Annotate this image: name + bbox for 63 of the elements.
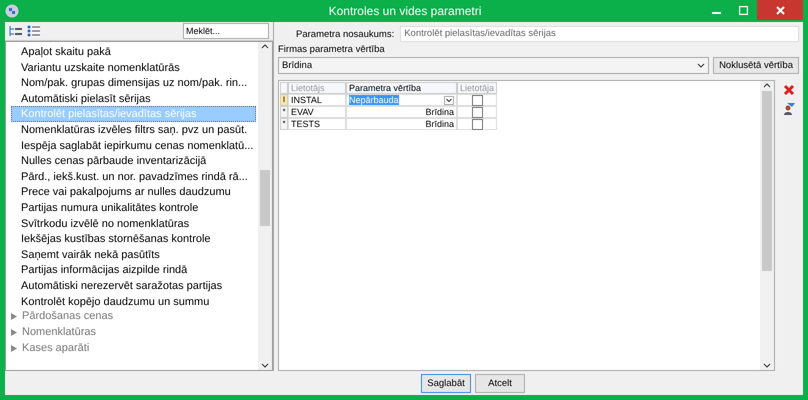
tree-item[interactable]: Nom/pak. grupas dimensijas uz nom/pak. rin...	[11, 75, 256, 91]
checkbox[interactable]	[472, 107, 482, 118]
minimize-icon	[712, 12, 721, 14]
expand-arrow-icon[interactable]	[11, 313, 17, 320]
tree-item[interactable]: Prece vai pakalpojums ar nulles daudzumu	[11, 184, 256, 200]
parameter-name-field: Kontrolēt pielasītas/ievadītas sērijas	[400, 26, 799, 42]
tree-item[interactable]: Iespēja saglabāt iepirkumu cenas nomenklatū...	[11, 138, 256, 154]
table-cell: EVAV	[288, 106, 346, 118]
column-header: Lietotājs	[288, 82, 346, 94]
dialog-button[interactable]: Atcelt	[475, 374, 525, 392]
value-dropdown[interactable]: Brīdina	[278, 57, 710, 74]
tree-item[interactable]: Nulles cenas pārbaude inventarizācijā	[11, 153, 256, 169]
tree-item[interactable]: Partijas informācijas aizpilde rindā	[11, 262, 256, 278]
tree-group[interactable]: Nomenklatūras	[22, 324, 96, 340]
tree-item[interactable]: Iekšējas kustības stornēšanas kontrole	[11, 231, 256, 247]
expand-arrow-icon[interactable]	[11, 344, 17, 352]
tree-item[interactable]: Automātiski pielasīt sērijas	[11, 90, 256, 106]
tree-item[interactable]: Saņemt vairāk nekā pasūtīts	[11, 246, 256, 262]
column-header: Parametra vērtība	[346, 82, 457, 94]
scroll-down-icon[interactable]	[261, 362, 269, 370]
search-field[interactable]: Meklēt...	[183, 23, 269, 39]
tree-item[interactable]: Kontrolēt kopējo daudzumu un summu	[11, 294, 256, 310]
tree-group[interactable]: Kases aparāti	[22, 340, 90, 356]
close-icon	[776, 6, 784, 14]
tree-item[interactable]: Nomenklatūras izvēles filtrs saņ. pvz un pasūt.	[11, 122, 256, 138]
scrollbar[interactable]	[258, 42, 272, 370]
tree-view-icon[interactable]	[9, 25, 23, 37]
scroll-down-icon[interactable]	[763, 362, 771, 370]
scroll-thumb[interactable]	[762, 91, 772, 271]
table-cell: INSTAL	[288, 94, 346, 106]
user-filter-icon[interactable]	[783, 102, 795, 115]
tree-group[interactable]: Pārdošanas cenas	[22, 309, 114, 324]
tree-item[interactable]: Partijas numura unikalitātes kontrole	[11, 200, 256, 216]
table-cell: TESTS	[288, 118, 346, 130]
field-label: Firmas parametra vērtība	[278, 44, 385, 55]
list-view-icon[interactable]	[27, 25, 41, 37]
maximize-icon	[739, 6, 748, 14]
scrollbar[interactable]	[760, 81, 774, 370]
close-button[interactable]	[757, 0, 803, 20]
column-header: Lietotāja	[457, 82, 497, 94]
checkbox[interactable]	[472, 95, 482, 106]
tree-item[interactable]: Svītrkodu izvēlē no nomenklatūras	[11, 216, 256, 232]
table-cell: Brīdina	[346, 106, 457, 118]
tree-item[interactable]: Automātiski nerezervēt saražotas partijas	[11, 278, 256, 294]
default-value-button[interactable]: Noklusētā vērtība	[713, 57, 799, 74]
field-label: Parametra nosaukums:	[296, 28, 394, 40]
tree-item[interactable]: Pārd., iekš.kust. un nor. pavadzīmes rindā rā...	[11, 168, 256, 184]
window-title: Kontroles un vides parametri	[328, 4, 482, 18]
scroll-up-icon[interactable]	[261, 42, 269, 50]
dialog-button[interactable]: Saglabāt	[421, 374, 471, 392]
tree-item[interactable]: Variantu uzskaite nomenklatūrās	[11, 60, 256, 76]
delete-icon[interactable]	[783, 84, 795, 96]
app-icon	[5, 4, 19, 18]
table-cell: Brīdina	[346, 118, 457, 130]
scroll-thumb[interactable]	[260, 170, 270, 226]
checkbox[interactable]	[472, 119, 482, 130]
row-marker: I	[280, 94, 288, 106]
row-marker: *	[280, 106, 288, 118]
dropdown-icon[interactable]	[444, 96, 454, 104]
expand-arrow-icon[interactable]	[11, 328, 17, 336]
tree-item[interactable]: Apaļot skaitu pakā	[11, 44, 256, 60]
row-marker: *	[280, 118, 288, 130]
scroll-up-icon[interactable]	[763, 81, 771, 89]
